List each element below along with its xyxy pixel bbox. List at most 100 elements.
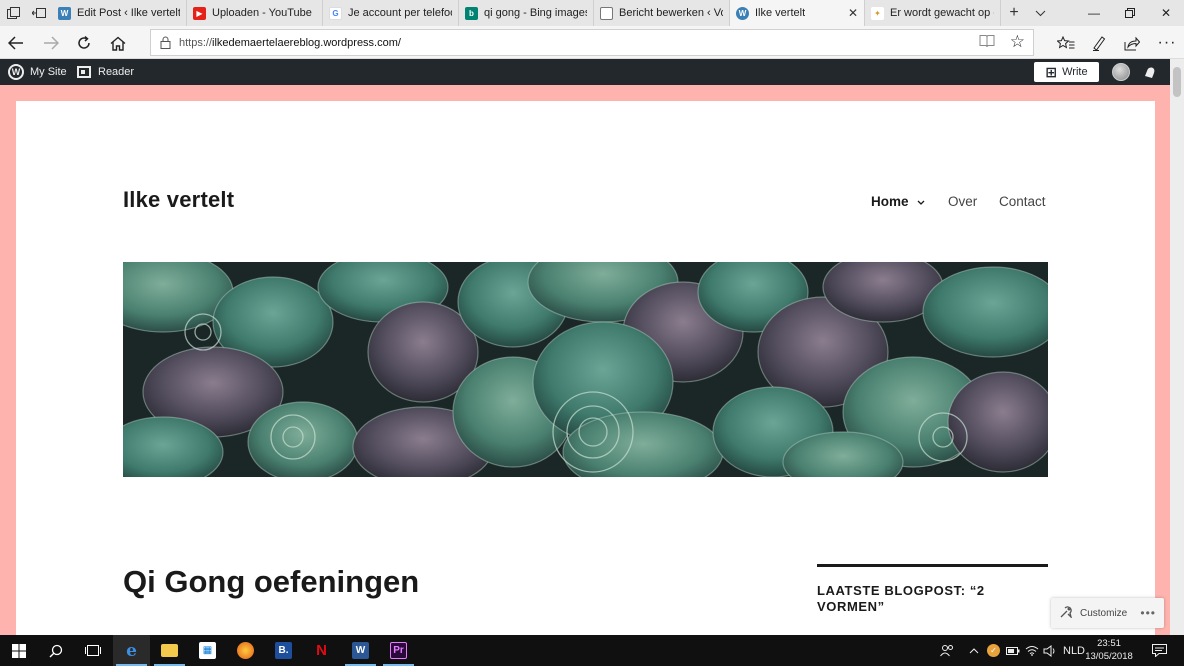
page-scrollbar[interactable]: [1170, 59, 1184, 635]
tab-manager-icon[interactable]: [0, 0, 26, 26]
word-logo-icon: W: [352, 642, 369, 659]
post-title[interactable]: Qi Gong oefeningen: [123, 564, 419, 600]
write-button[interactable]: ⊞ Write: [1034, 62, 1099, 82]
refresh-icon[interactable]: [72, 31, 96, 55]
reader-link[interactable]: Reader: [77, 59, 134, 85]
browser-tab[interactable]: ▶ Uploaden - YouTube: [187, 0, 323, 26]
premiere-pro-icon[interactable]: Pr: [380, 635, 417, 666]
customize-button[interactable]: Customize •••: [1051, 598, 1164, 628]
store-icon[interactable]: ▦: [189, 635, 226, 666]
browser-tab[interactable]: Bericht bewerken ‹ Voe: [594, 0, 730, 26]
my-site-label: My Site: [30, 66, 67, 78]
minimize-icon[interactable]: —: [1076, 0, 1112, 26]
browser-tab[interactable]: b qi gong - Bing images: [459, 0, 594, 26]
write-label: Write: [1062, 66, 1088, 78]
edge-browser-icon[interactable]: e: [113, 635, 150, 666]
browser-tab[interactable]: G Je account per telefoor: [323, 0, 459, 26]
share-icon[interactable]: [1120, 31, 1144, 55]
succulent-illustration: [123, 262, 1048, 477]
tools-icon: [1060, 605, 1074, 621]
youtube-icon: ▶: [193, 6, 206, 20]
tab-title: Bericht bewerken ‹ Voe: [619, 7, 723, 19]
page-icon: [600, 6, 613, 20]
bing-icon: b: [465, 6, 478, 20]
netflix-logo-icon: N: [316, 642, 327, 659]
web-note-pen-icon[interactable]: [1087, 31, 1111, 55]
loading-icon: ✦: [871, 6, 884, 20]
reading-view-icon[interactable]: [979, 34, 995, 51]
more-options-icon[interactable]: •••: [1140, 606, 1156, 620]
window-close-icon[interactable]: ✕: [1148, 0, 1184, 26]
address-bar: https://ilkedemaertelaereblog.wordpress.…: [0, 26, 1184, 59]
browser-tab[interactable]: ✦ Er wordt gewacht op ee: [865, 0, 1001, 26]
edge-logo-icon: e: [126, 640, 137, 661]
notifications-bell-icon[interactable]: [1142, 64, 1158, 80]
site-title[interactable]: Ilke vertelt: [123, 187, 234, 213]
wordpress-admin-bar: W My Site Reader ⊞ Write: [0, 59, 1170, 85]
widget-divider: [817, 564, 1048, 567]
home-icon[interactable]: [106, 31, 130, 55]
my-site-link[interactable]: W My Site: [8, 59, 67, 85]
antivirus-tray-icon[interactable]: ✓: [987, 635, 1000, 666]
site-content-sheet: Ilke vertelt Home Over Contact Qi Gong o…: [16, 101, 1155, 635]
wordpress-icon: W: [58, 6, 71, 20]
avatar[interactable]: [1112, 63, 1130, 81]
favorite-star-icon[interactable]: ☆: [1010, 32, 1025, 52]
set-aside-tabs-icon[interactable]: [26, 0, 52, 26]
clock-time: 23:51: [1097, 638, 1121, 649]
url-field[interactable]: https://ilkedemaertelaereblog.wordpress.…: [150, 29, 1034, 56]
firefox-logo-icon: [237, 642, 254, 659]
page-viewport: Ilke vertelt Home Over Contact Qi Gong o…: [0, 85, 1170, 635]
nav-over[interactable]: Over: [948, 194, 977, 209]
input-language[interactable]: NLD: [1063, 635, 1085, 666]
action-center-icon[interactable]: [1152, 635, 1167, 666]
booking-app-icon[interactable]: B.: [265, 635, 302, 666]
system-clock[interactable]: 23:51 13/05/2018: [1084, 637, 1134, 663]
new-tab-icon[interactable]: +: [1001, 0, 1027, 26]
wifi-icon[interactable]: [1025, 635, 1039, 666]
show-hidden-icons-chevron-icon[interactable]: [969, 635, 979, 666]
word-icon[interactable]: W: [342, 635, 379, 666]
shopping-bag-icon: ▦: [199, 642, 216, 659]
url-text: https://ilkedemaertelaereblog.wordpress.…: [179, 36, 401, 49]
file-explorer-icon[interactable]: [151, 635, 188, 666]
nav-contact[interactable]: Contact: [999, 194, 1046, 209]
netflix-icon[interactable]: N: [303, 635, 340, 666]
clock-date: 13/05/2018: [1085, 651, 1133, 662]
browser-tab-strip: W Edit Post ‹ Ilke vertelt — ▶ Uploaden …: [0, 0, 1184, 26]
premiere-logo-icon: Pr: [390, 642, 407, 659]
people-icon[interactable]: [940, 635, 954, 666]
back-icon[interactable]: [4, 31, 28, 55]
task-view-icon[interactable]: [74, 635, 111, 666]
widget-title: LAATSTE BLOGPOST: “2 VORMEN”: [817, 583, 985, 614]
tab-title: Edit Post ‹ Ilke vertelt —: [77, 7, 180, 19]
google-icon: G: [329, 6, 342, 20]
browser-tab-active[interactable]: W Ilke vertelt ✕: [730, 0, 865, 26]
maximize-icon[interactable]: [1112, 0, 1148, 26]
tab-title: qi gong - Bing images: [484, 7, 587, 19]
windows-start-icon[interactable]: [0, 635, 37, 666]
close-icon[interactable]: ✕: [840, 6, 858, 20]
tab-title: Ilke vertelt: [755, 7, 806, 19]
header-image-succulents: [123, 262, 1048, 477]
reader-icon: [77, 66, 91, 78]
search-icon[interactable]: [37, 635, 74, 666]
tab-title: Uploaden - YouTube: [212, 7, 312, 19]
chevron-down-icon[interactable]: [1027, 0, 1053, 26]
folder-icon: [161, 644, 178, 657]
more-options-icon[interactable]: ···: [1155, 31, 1179, 55]
chevron-down-icon: [917, 197, 925, 207]
forward-icon[interactable]: [39, 31, 63, 55]
favorites-hub-icon[interactable]: [1054, 31, 1078, 55]
windows-taskbar: e ▦ B. N W Pr ✓ NLD 23:51 13/05/2018: [0, 635, 1184, 666]
wordpress-logo-icon: W: [8, 64, 24, 80]
firefox-icon[interactable]: [227, 635, 264, 666]
volume-icon[interactable]: [1043, 635, 1057, 666]
tab-title: Er wordt gewacht op ee: [890, 7, 994, 19]
browser-tab[interactable]: W Edit Post ‹ Ilke vertelt —: [52, 0, 187, 26]
battery-icon[interactable]: [1006, 635, 1020, 666]
nav-home[interactable]: Home: [871, 194, 925, 209]
scrollbar-thumb[interactable]: [1173, 67, 1181, 97]
write-plus-icon: ⊞: [1045, 63, 1058, 80]
reader-label: Reader: [98, 66, 135, 78]
